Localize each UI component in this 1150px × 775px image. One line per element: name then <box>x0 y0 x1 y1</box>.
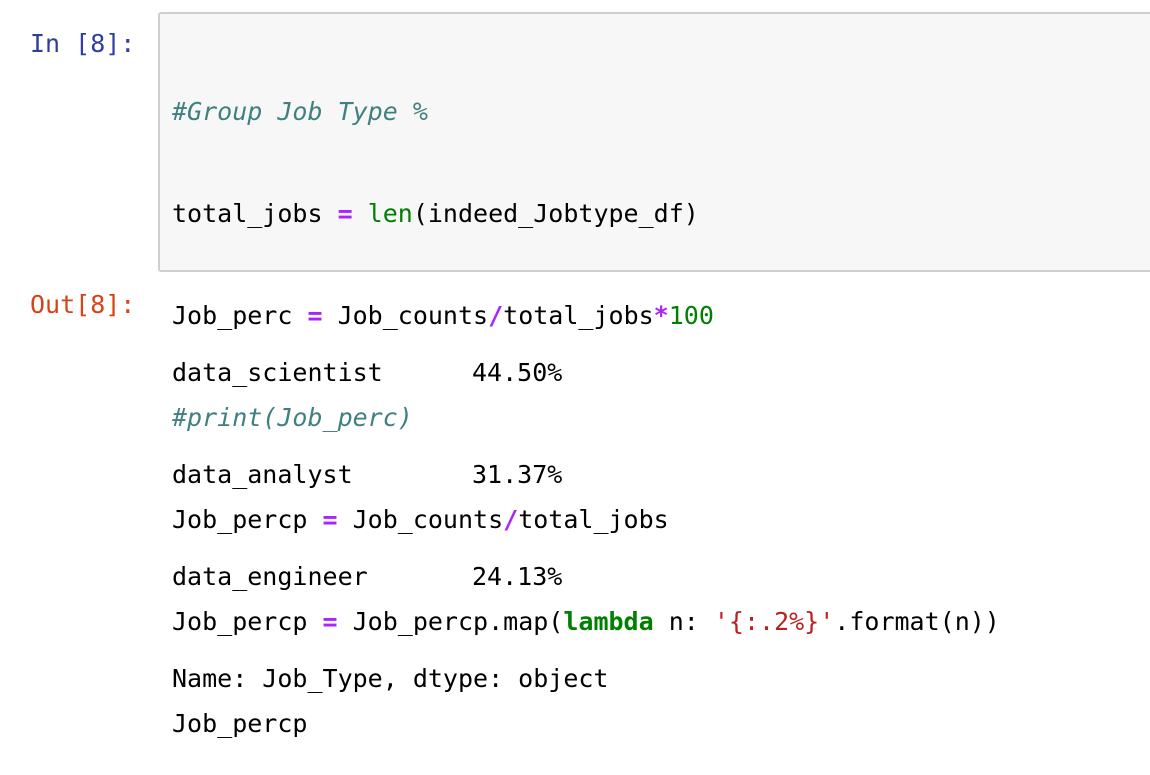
output-row: data_analyst 31.37% <box>172 458 609 492</box>
in-prompt: In [8]: <box>30 29 136 58</box>
code-comment: #Group Job Type % <box>172 97 428 126</box>
code-token: (indeed_Jobtype_df) <box>412 199 699 228</box>
code-operator: * <box>653 301 669 330</box>
code-builtin: len <box>367 199 413 228</box>
output-row: data_engineer 24.13% <box>172 560 609 594</box>
out-prompt: Out[8]: <box>30 290 136 319</box>
output-value: 31.37% <box>472 460 563 489</box>
code-line-2: total_jobs = len(indeed_Jobtype_df) <box>172 197 1000 231</box>
output-row: data_scientist 44.50% <box>172 356 609 390</box>
code-token: n: <box>653 607 714 636</box>
code-operator: = <box>322 199 368 228</box>
code-token: total_jobs <box>172 199 323 228</box>
output-value: 24.13% <box>472 562 563 591</box>
output-value: 44.50% <box>472 358 563 387</box>
code-token: .format(n)) <box>834 607 1000 636</box>
code-number: 100 <box>668 301 714 330</box>
output-label: data_engineer <box>172 562 368 591</box>
output-footer: Name: Job_Type, dtype: object <box>172 664 609 693</box>
output-label: data_scientist <box>172 358 383 387</box>
cell-output: data_scientist 44.50% data_analyst 31.37% … <box>172 288 609 730</box>
code-line-1: #Group Job Type % <box>172 95 1000 129</box>
code-string: '{:.2%}' <box>713 607 835 636</box>
output-label: data_analyst <box>172 460 353 489</box>
